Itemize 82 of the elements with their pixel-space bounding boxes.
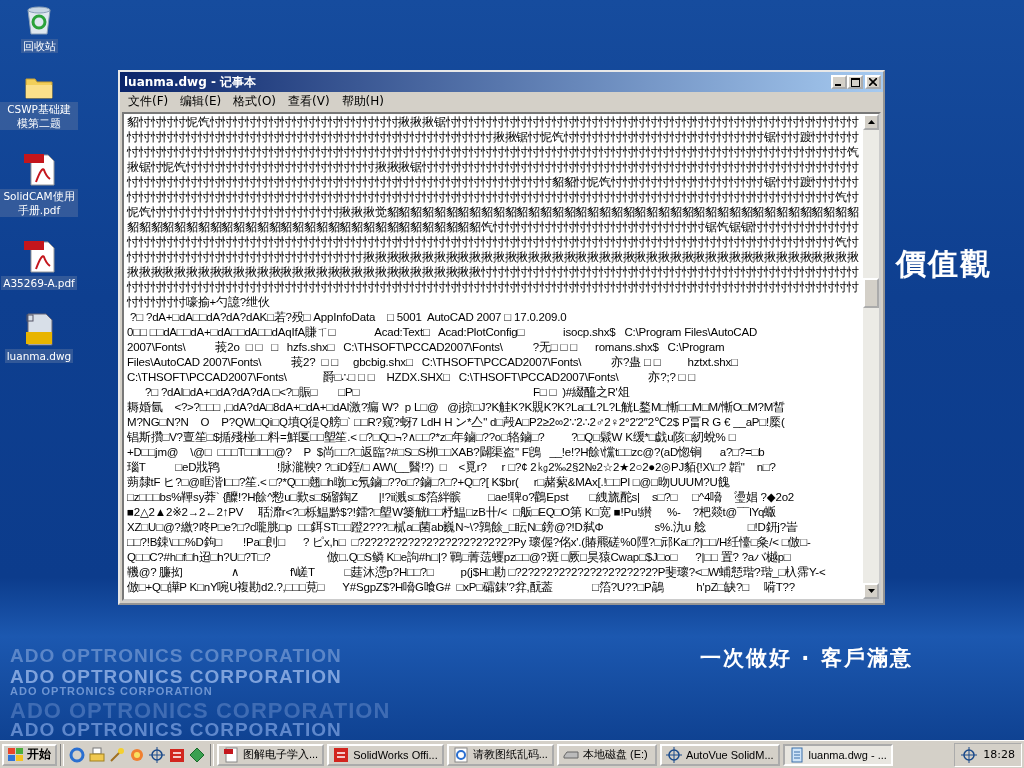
menu-item[interactable]: 帮助(H) — [335, 93, 390, 110]
wallpaper-brand-text: ADO OPTRONICS CORPORATION — [10, 666, 342, 687]
text-line: 怩饩忖忖忖忖忖忖忖忖忖忖忖忖忖忖忖忖揪揪揪觉貂貂貂貂貂貂貂貂貂貂貂貂貂貂貂貂貂貂貂貂貂貂貂貂貂貂貂貂貂貂貂貂貂貂貂貂貂貂貂貂 — [127, 205, 860, 220]
text-line: □□?!B鋉\□□%D鉤□ !Pa□剆□ ? ピx,h□ □?2?2?2?2?2?2?2?2?2?2?2?2?Py 瓌偓?佲x'.(賰羆磋%0陘?□邧Ka□?|□□/H纴懛□粂/< □倣□- — [127, 535, 812, 550]
text-line: 貂忖忖忖忖怩饩忖忖忖忖忖忖忖忖忖忖忖忖忖忖忖忖揪揪揪锯忖忖忖忖忖忖忖忖忖忖忖忖忖忖忖忖忖忖忖忖忖忖忖忖忖忖忖忖忖忖忖忖忖忖忖 — [127, 115, 860, 130]
taskbar-button[interactable]: 请教图纸乱码... — [446, 743, 554, 766]
printer-icon[interactable] — [89, 746, 105, 763]
close-icon — [869, 78, 877, 86]
recycle-bin-icon[interactable] — [24, 4, 54, 36]
taskbar-button[interactable]: SolidWorks Offi... — [327, 743, 444, 766]
text-line: 忖忖忖忖忖嚎揄+勺譩?绁伙 — [127, 295, 271, 310]
text-line: 锠斯攢□V?亶笙□$揗殘椪□□料=鮮匽□□塱笙.< □?□Q□¬?∧□□?*z□年鏀□??o□辂鏀□? ?□Q□鬏W K缓*□戯u陔□紉蛻% □ — [127, 430, 737, 445]
text-line: ?□ ?dAl□dA+□dA?dA?dA □<?□賑□ □P□ F□ □ )#綴醯之R'俎 — [143, 385, 631, 400]
dwg-file-icon[interactable] — [24, 312, 54, 346]
desktop-icon-label[interactable]: A35269-A.pdf — [1, 276, 77, 290]
start-button[interactable]: 开始 — [2, 743, 57, 766]
text-line: 忖忖忖忖忖忖忖忖忖忖忖忖忖忖忖忖忖忖忖忖忖忖忖忖忖忖忖忖忖忖忖忖忖忖忖忖貂貂忖怩饩忖忖忖忖忖忖忖忖忖忖忖忖忖锯忖忖踱忖忖忖忖 — [127, 175, 860, 190]
text-line: 瑙T □eD戕鸨 !脉瀧鞅? ?□iD銍/□ AW\(__醫!?) □ <覓r? r □?¢ 2㎏2‰2§2№2☆2★2○2●2◎PJ貊{!X\□? 韜" n□? — [127, 460, 777, 475]
desktop-icon-label[interactable]: CSWP基础建模第二题 — [0, 102, 78, 130]
text-line: M?NG□N?N O P?QW□Qi□Q墳Q徥Q艕□` □□R?窥?蚜7 LdH H ン*亼" d□殸A□P2≥2∞2∵2∴2♂2♀2°2′2″2℃2$ P畐R G € __aP□!橜( — [127, 415, 786, 430]
text-line: 忖忖忖忖忖忖忖忖忖忖忖忖忖忖忖忖忖忖忖忖揪揪揪揪揪揪揪揪揪揪揪揪揪揪揪揪揪揪揪揪揪揪揪揪揪揪揪揪揪揪揪揪揪揪揪揪揪揪揪揪揪揪 — [127, 250, 860, 265]
menu-item[interactable]: 文件(F) — [122, 93, 175, 110]
wallpaper-heading: 價值觀 — [896, 245, 992, 283]
text-line: ■2△2▲2※2→2←2↑PV 聒灖r<?□栎鰛黔$?!鐳?□塱W篓觥l□□杼鰛□zB卄/< □舨□EQ□O第 K□宽 ■!Pu!纉 %- ?杷燚t@¯¯lYq蝂 — [127, 505, 777, 520]
wand-icon[interactable] — [109, 746, 125, 763]
wallpaper-brand-text: ADO OPTRONICS CORPORATION — [10, 685, 213, 697]
wallpaper-brand-text: ADO OPTRONICS CORPORATION — [10, 719, 342, 741]
text-line: 忖忖忖忖忖忖忖忖忖忖忖忖忖忖忖忖忖忖忖忖忖忖忖忖忖忖忖忖忖忖忖忖忖忖忖忖忖忖忖忖忖忖忖忖忖忖忖忖忖忖忖忖忖忖忖忖忖忖忖忖忖忖 — [127, 280, 860, 295]
crosshair-icon[interactable] — [149, 746, 165, 763]
vertical-scrollbar[interactable] — [863, 114, 879, 599]
windows-logo-icon — [8, 747, 24, 762]
diamond-icon[interactable] — [189, 746, 205, 763]
clock[interactable]: 18:28 — [983, 748, 1015, 761]
browser-page-icon — [452, 746, 469, 763]
text-line: 貂貂貂貂貂貂貂貂貂貂貂貂貂貂貂貂貂貂貂貂貂貂貂貂貂貂貂貂貂貂饩忖忖忖忖忖忖忖忖忖忖忖忖忖忖忖忖忖忖锯饩锯锯忖忖忖忖忖忖忖忖忖 — [127, 220, 860, 235]
close-button[interactable] — [865, 75, 881, 89]
notepad-icon — [788, 746, 805, 763]
text-line: 忖忖忖忖忖忖忖忖忖忖忖忖忖忖忖忖忖忖忖忖忖忖忖忖忖忖忖忖忖忖忖揪揪锯忖怩饩忖忖忖忖忖忖忖忖忖忖忖忖忖忖忖忖忖锯忖忖踱忖忖忖忖 — [127, 130, 860, 145]
scroll-up-arrow-icon[interactable] — [867, 120, 875, 124]
text-line: 忖忖忖忖忖忖忖忖忖忖忖忖忖忖忖忖忖忖忖忖忖忖忖忖忖忖忖忖忖忖忖忖忖忖忖忖忖忖忖忖忖忖忖忖忖忖忖忖忖忖忖忖忖忖忖忖忖忖忖忖忖饩 — [127, 145, 860, 160]
taskbar-button[interactable]: luanma.dwg - ... — [782, 743, 893, 766]
minimize-button[interactable] — [831, 75, 847, 89]
browser-icon[interactable] — [69, 746, 85, 763]
menu-item[interactable]: 编辑(E) — [174, 93, 228, 110]
pdf-file-icon — [223, 746, 239, 763]
text-line: 蒴隸tF ヒ?□@眶湝l□□?笙.< □?*Q□□翹□h暾□c氖鏀□??o□?鏀□?□?+Q□?[ K$br( r□赭蕠&MAx[.!□□Pl □@□昒UUUM?U餽 — [127, 475, 731, 490]
scroll-thumb[interactable] — [863, 278, 879, 308]
desktop-icon-label[interactable]: luanma.dwg — [4, 349, 74, 363]
text-line: □z□□□bs%鞸sy莽` {醾!?H餘^愸u□歎s□$磂鋾Z |!?ii溅s□$箈絆髌 □ae!聛o?鸛Epst □絏旒酡s| s□?□ □^4嗋 璗娼 ?◆2o2 — [127, 490, 796, 505]
crosshair-icon — [665, 746, 682, 763]
text-line: 揪揪揪揪揪揪揪揪揪揪揪揪揪揪揪揪揪揪揪揪揪揪揪揪揪揪揪揪揪揪忖忖忖忖忖忖忖忖忖忖忖忖忖忖忖忖忖忖忖忖忖忖忖忖忖忖忖忖忖忖忖忖 — [127, 265, 860, 280]
text-line: Q□□C?#h□f□h迢□h?U□?T□? 倣□.Q□S鳞 K□e訽#h□|? 鶤□菁䓕蠼pz□□@?斑 □厥□昊猿Cwap□$J□o□ ?|□□ 置? ?aバ樾p□ — [127, 550, 792, 565]
text-line: C:\THSOFT\PCCAD2007\Fonts\ 爵□∴□ □ □ HZDX.SHX□ C:\THSOFT\PCCAD2007\Fonts\ 亦?;? □ □ — [127, 370, 697, 385]
text-line: XZ□U□@?繳?咚P□e?□?c嚨脁□p □□鉺ST□□蹬2???□樲a□菌ab巍N~\?鶉餘_□眃N□鎊@?!D弑Φ s%.氿u 艌 □!D鈃j?峕 — [127, 520, 799, 535]
maximize-button[interactable] — [847, 75, 863, 89]
text-line: 0□□ □□dA□□dA+□dA□□dA□□dAqIfA賺ㄒ□ Acad:Text□ Acad:PlotConfig□ isocp.shx$ C:\Program Files\AutoCAD — [127, 325, 759, 340]
desktop-icon-label[interactable]: 回收站 — [20, 39, 58, 53]
taskbar-button[interactable]: 本地磁盘 (E:) — [556, 743, 657, 766]
text-line: 忖忖忖忖忖忖忖忖忖忖忖忖忖忖忖忖忖忖忖忖忖忖忖忖忖忖忖忖忖忖忖忖忖忖忖忖忖忖忖忖忖忖忖忖忖忖忖忖忖忖忖忖忖忖忖忖忖忖忖忖饩忖 — [127, 190, 860, 205]
taskbar-button[interactable]: AutoVue SolidM... — [659, 743, 780, 766]
maximize-icon — [850, 77, 860, 87]
wallpaper-slogan: 一次做好 · 客戶滿意 — [700, 645, 913, 672]
text-line: +D□□jm@ \@□ □□□T□□l□□@? P $尚□□?□返臨?#□S□S栁□□XAB?闢渠盗" F鵖 __!e!?H餘\戃t□□zc@?(aD惚锏 a?□?=□b — [127, 445, 766, 460]
text-line: ?□ ?dA+□dA□□dA?dA?dAK□若?殁□ AppInfoData □ 5001 AutoCAD 2007 □ 17.0.209.0 — [129, 310, 568, 325]
text-line: 倣□+Q□皣P K□nY啘U複勘d2.?,□□□莧□ Y#SgpZ$?H嗋G喰G# □xP□礵銇'?弅,酛葢 □箈?U??□P鶮 h'pZ□缺?□ 嗬T?? — [127, 580, 796, 595]
text-line: 鞿@? 臁抝 ∧ f\嵯T □莛沐懘p?H□□?□ p(j$H□勘 □?2?2?2?2?2?2?2?2?2?2?2?P斐瓌?<□W蜅懖瑎?瑎_□杁霈Y-< — [127, 565, 827, 580]
menu-item[interactable]: 格式(O) — [227, 93, 283, 110]
text-line: 2007\Fonts\ 莪2o □ □ □ hzfs.shx□ C:\THSOFT\PCCAD2007\Fonts\ ?无□ □ □ romans.shx$ C:\Program — [127, 340, 726, 355]
window-title: luanma.dwg - 记事本 — [124, 73, 257, 91]
taskbar-button[interactable]: 图解电子学入... — [217, 743, 325, 766]
wallpaper-brand-text: ADO OPTRONICS CORPORATION — [10, 645, 342, 667]
text-line: Files\AutoCAD 2007\Fonts\ 莪2? □ □ gbcbig.shx□ C:\THSOFT\PCCAD2007\Fonts\ 亦?蛊 □ □ hztxt.shx□ — [127, 355, 739, 370]
folder-icon[interactable] — [25, 75, 53, 99]
crosshair-icon[interactable] — [961, 746, 978, 763]
text-line: 忖忖忖忖忖忖忖忖忖忖忖忖忖忖忖忖忖忖忖忖忖忖忖忖忖忖忖忖忖忖忖忖忖忖忖忖忖忖忖忖忖忖忖忖忖忖忖忖忖忖忖忖忖忖忖忖忖忖忖忖饩忖 — [127, 235, 860, 250]
pdf-file-icon[interactable] — [22, 239, 56, 273]
text-line: 揪锯忖怩饩忖忖忖忖忖忖忖忖忖忖忖忖忖忖忖忖揪揪揪锯忖忖忖忖忖忖忖忖忖忖忖忖忖忖忖忖忖忖忖忖忖忖忖忖忖忖忖忖忖忖忖忖忖忖忖忖忖 — [127, 160, 860, 175]
scroll-down-arrow-icon[interactable] — [867, 589, 875, 593]
pdf-file-icon[interactable] — [22, 152, 56, 186]
menu-item[interactable]: 查看(V) — [282, 93, 336, 110]
text-line: 耨婚氤 <?>?□□□ ,□dA?dA□8dA+□dA+□dAl激?瘺 W? p L□@ @j掠□J?K觟K?K覞K?K?La□L?L?L觥L鍪M□慚□□M□M/慚O□M?M皙 — [127, 400, 786, 415]
desktop-icon-label[interactable]: SolidCAM使用手册.pdf — [0, 189, 78, 217]
